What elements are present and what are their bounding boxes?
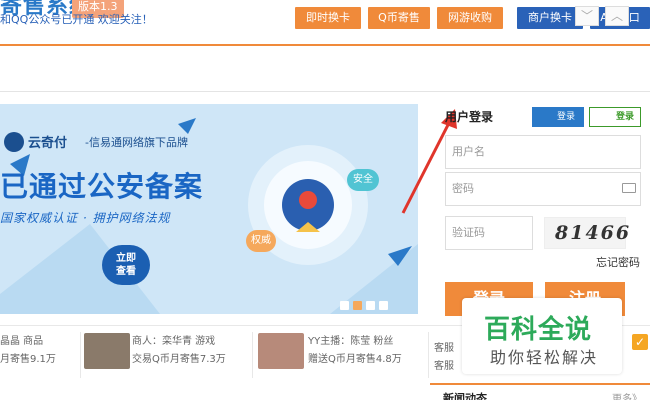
- wechat-login-button[interactable]: 登录: [589, 107, 641, 127]
- feed-item-line2: 月寄售9.1万: [0, 354, 56, 365]
- paper-plane-icon: [178, 118, 196, 134]
- feed-item-line1: 晶晶 商品: [0, 336, 44, 347]
- feed-item-line1: 客服: [434, 343, 454, 354]
- emblem-center: [299, 191, 317, 209]
- feed-item[interactable]: 晶晶 商品 月寄售9.1万: [0, 333, 56, 369]
- captcha-input[interactable]: 验证码: [445, 216, 533, 250]
- feed-item-line1: 商人：栾华青 游戏: [132, 336, 216, 347]
- username-input[interactable]: 用户名: [445, 135, 641, 169]
- view-now-line2: 查看: [116, 266, 136, 277]
- notice-text[interactable]: 和QQ公众号已开通 欢迎关注！: [0, 11, 153, 27]
- feed-divider: [80, 332, 81, 378]
- banner-subline: 国家权威认证 · 拥护网络法规: [0, 211, 171, 225]
- nav-merchant-exchange[interactable]: 商户换卡: [517, 7, 583, 29]
- feed-item-line2: 赠送Q币月寄售4.8万: [308, 354, 402, 365]
- brand-logo-icon: [4, 132, 24, 152]
- news-divider: [430, 383, 650, 385]
- captcha-image[interactable]: 81466: [544, 217, 629, 249]
- banner-tagline: -信易通网络旗下品牌: [85, 136, 188, 149]
- nav-game-purchase[interactable]: 网游收购: [437, 7, 503, 29]
- check-icon: ✓: [632, 334, 648, 350]
- carousel-dot-active[interactable]: [353, 301, 362, 310]
- password-input[interactable]: 密码: [445, 172, 641, 206]
- notice-up-button[interactable]: ︿: [605, 6, 629, 26]
- news-more-link[interactable]: 更多》: [612, 390, 642, 400]
- carousel-dot[interactable]: [340, 301, 349, 310]
- badge-safe: 安全: [347, 169, 379, 191]
- notice-down-button[interactable]: ﹀: [575, 6, 599, 26]
- feed-item[interactable]: YY主播：陈莹 粉丝 赠送Q币月寄售4.8万: [308, 333, 402, 369]
- watermark-title: 百科全说: [484, 315, 593, 345]
- forgot-password-link[interactable]: 忘记密码: [596, 254, 640, 270]
- notice-bar: [0, 58, 650, 92]
- nav-instant-exchange[interactable]: 即时换卡: [295, 7, 361, 29]
- feed-divider: [252, 332, 253, 378]
- nav-qcoin-consign[interactable]: Q币寄售: [368, 7, 430, 29]
- keyboard-icon[interactable]: [622, 183, 636, 193]
- avatar: [258, 333, 304, 369]
- feed-divider: [428, 332, 429, 378]
- view-now-button[interactable]: 立即 查看: [102, 245, 150, 285]
- feed-item[interactable]: 客服 客服: [434, 340, 454, 376]
- carousel-dots: [340, 295, 404, 310]
- carousel-dot[interactable]: [379, 301, 388, 310]
- login-title: 用户登录: [445, 110, 494, 124]
- banner-headline: 已通过公安备案: [0, 170, 204, 203]
- feed-item-line1: YY主播：陈莹 粉丝: [308, 336, 394, 347]
- qq-login-button[interactable]: 登录: [532, 107, 584, 127]
- view-now-line1: 立即: [116, 253, 136, 264]
- feed-item[interactable]: 商人：栾华青 游戏 交易Q币月寄售7.3万: [132, 333, 226, 369]
- badge-authority: 权威: [246, 230, 276, 252]
- avatar: [84, 333, 130, 369]
- banner-brand: 云奇付: [28, 136, 68, 151]
- feed-item-line2: 交易Q币月寄售7.3万: [132, 354, 226, 365]
- news-title: 新闻动态: [443, 392, 487, 400]
- carousel-dot[interactable]: [366, 301, 375, 310]
- watermark-subtitle: 助你轻松解决: [490, 348, 599, 367]
- feed-item-line2: 客服: [434, 361, 454, 372]
